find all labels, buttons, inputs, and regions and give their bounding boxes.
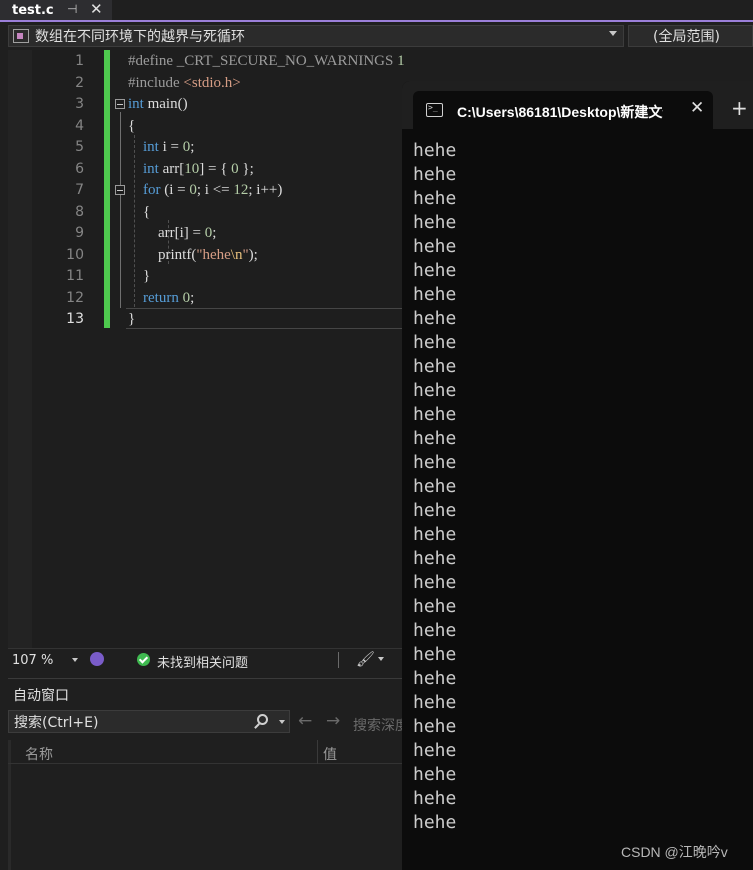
document-tab-test-c[interactable]: test.c ⊣ ✕ <box>0 0 112 20</box>
plus-icon[interactable]: + <box>731 96 748 120</box>
console-tab-title: C:\Users\86181\Desktop\新建文件夹 <box>457 104 663 120</box>
column-divider[interactable] <box>317 740 318 764</box>
console-output-line: hehe <box>413 740 457 761</box>
code-text: #define _CRT_SECURE_NO_WARNINGS 1 <box>128 53 405 69</box>
console-output-line: hehe <box>413 500 457 521</box>
arrow-left-icon[interactable]: ← <box>298 711 312 731</box>
document-tab-strip: test.c ⊣ ✕ <box>0 0 753 22</box>
console-output-line: hehe <box>413 596 457 617</box>
console-output-line: hehe <box>413 692 457 713</box>
line-number: 2 <box>75 74 84 91</box>
code-text: { <box>143 203 151 220</box>
check-circle-icon <box>137 653 150 666</box>
code-text: int arr[10] = { 0 }; <box>143 160 254 177</box>
line-number: 12 <box>66 289 84 306</box>
scope-label: (全局范围) <box>653 29 720 45</box>
console-output-line: hehe <box>413 332 457 353</box>
column-header-value[interactable]: 值 <box>323 744 337 764</box>
close-icon[interactable]: ✕ <box>90 0 103 18</box>
code-line: 1 #define _CRT_SECURE_NO_WARNINGS 1 <box>8 51 753 73</box>
code-text: } <box>128 311 136 327</box>
chevron-down-icon <box>72 658 78 662</box>
console-output-line: hehe <box>413 716 457 737</box>
console-output-line: hehe <box>413 524 457 545</box>
console-output-line: hehe <box>413 260 457 281</box>
search-icon[interactable] <box>257 714 268 725</box>
console-output-line: hehe <box>413 668 457 689</box>
collapse-icon[interactable] <box>115 99 125 109</box>
console-window: C:\Users\86181\Desktop\新建文件夹 ✕ + heheheh… <box>402 81 753 870</box>
code-text: { <box>128 117 136 134</box>
code-text: int main() <box>128 96 188 112</box>
console-output-line: hehe <box>413 476 457 497</box>
console-output-line: hehe <box>413 644 457 665</box>
code-cleanup-icon[interactable]: 🖌 <box>356 650 375 668</box>
console-output-line: hehe <box>413 812 457 833</box>
code-text: int i = 0; <box>143 139 195 155</box>
arrow-right-icon[interactable]: → <box>326 711 340 731</box>
line-number: 9 <box>75 225 84 241</box>
code-text: } <box>143 268 151 284</box>
line-number: 5 <box>75 139 84 155</box>
line-number: 3 <box>75 96 84 112</box>
zoom-level: 107 % <box>12 652 54 668</box>
code-text: #include <stdio.h> <box>128 74 241 91</box>
console-output-line: hehe <box>413 452 457 473</box>
close-icon[interactable]: ✕ <box>690 98 704 118</box>
line-number: 11 <box>66 268 84 284</box>
project-dropdown[interactable]: 数组在不同环境下的越界与死循环 <box>8 25 624 47</box>
console-output-line: hehe <box>413 620 457 641</box>
autos-title: 自动窗口 <box>13 688 69 704</box>
collapse-icon[interactable] <box>115 185 125 195</box>
line-number: 1 <box>75 53 84 69</box>
line-number: 10 <box>66 246 84 263</box>
scope-dropdown[interactable]: (全局范围) <box>628 25 753 47</box>
column-header-name[interactable]: 名称 <box>25 744 53 764</box>
chevron-down-icon[interactable] <box>378 657 384 661</box>
intellicode-icon[interactable] <box>90 652 104 666</box>
code-text: arr[i] = 0; <box>158 225 217 241</box>
chevron-down-icon[interactable] <box>279 720 285 724</box>
console-output-line: hehe <box>413 308 457 329</box>
document-tab-title: test.c <box>12 2 54 18</box>
console-output-line: hehe <box>413 140 457 161</box>
autos-search-input[interactable]: 搜索(Ctrl+E) <box>8 710 290 733</box>
line-number: 6 <box>75 160 84 177</box>
console-output-line: hehe <box>413 764 457 785</box>
divider <box>338 652 339 668</box>
console-output[interactable]: hehe hehe hehe hehe hehe hehe hehe hehe hehe hehe… <box>413 139 743 835</box>
console-output-line: hehe <box>413 236 457 257</box>
console-output-line: hehe <box>413 212 457 233</box>
line-number: 7 <box>75 182 84 198</box>
zoom-dropdown[interactable]: 107 % <box>8 651 82 669</box>
issues-status[interactable]: 未找到相关问题 <box>157 652 248 671</box>
navigation-bar: 数组在不同环境下的越界与死循环 (全局范围) <box>0 22 753 50</box>
line-number: 13 <box>66 311 84 327</box>
line-number: 8 <box>75 203 84 220</box>
project-name: 数组在不同环境下的越界与死循环 <box>35 29 245 45</box>
pin-icon[interactable]: ⊣ <box>67 2 77 16</box>
code-text: return 0; <box>143 289 195 306</box>
code-text: for (i = 0; i <= 12; i++) <box>143 182 283 198</box>
line-number: 4 <box>75 117 84 134</box>
terminal-icon <box>426 103 443 117</box>
console-output-line: hehe <box>413 548 457 569</box>
console-output-line: hehe <box>413 572 457 593</box>
search-depth-label: 搜索深度 <box>353 718 409 734</box>
search-placeholder: 搜索(Ctrl+E) <box>14 714 99 731</box>
chevron-down-icon <box>609 31 617 36</box>
watermark: CSDN @江晚吟v <box>621 844 728 860</box>
console-tab[interactable]: C:\Users\86181\Desktop\新建文件夹 ✕ <box>413 91 713 129</box>
console-output-line: hehe <box>413 428 457 449</box>
console-tab-bar: C:\Users\86181\Desktop\新建文件夹 ✕ + <box>402 81 753 129</box>
console-output-line: hehe <box>413 164 457 185</box>
console-output-line: hehe <box>413 788 457 809</box>
console-output-line: hehe <box>413 188 457 209</box>
console-output-line: hehe <box>413 284 457 305</box>
console-output-line: hehe <box>413 356 457 377</box>
project-icon <box>13 29 29 43</box>
console-output-line: hehe <box>413 404 457 425</box>
code-text: printf("hehe\n"); <box>158 246 258 263</box>
console-output-line: hehe <box>413 380 457 401</box>
